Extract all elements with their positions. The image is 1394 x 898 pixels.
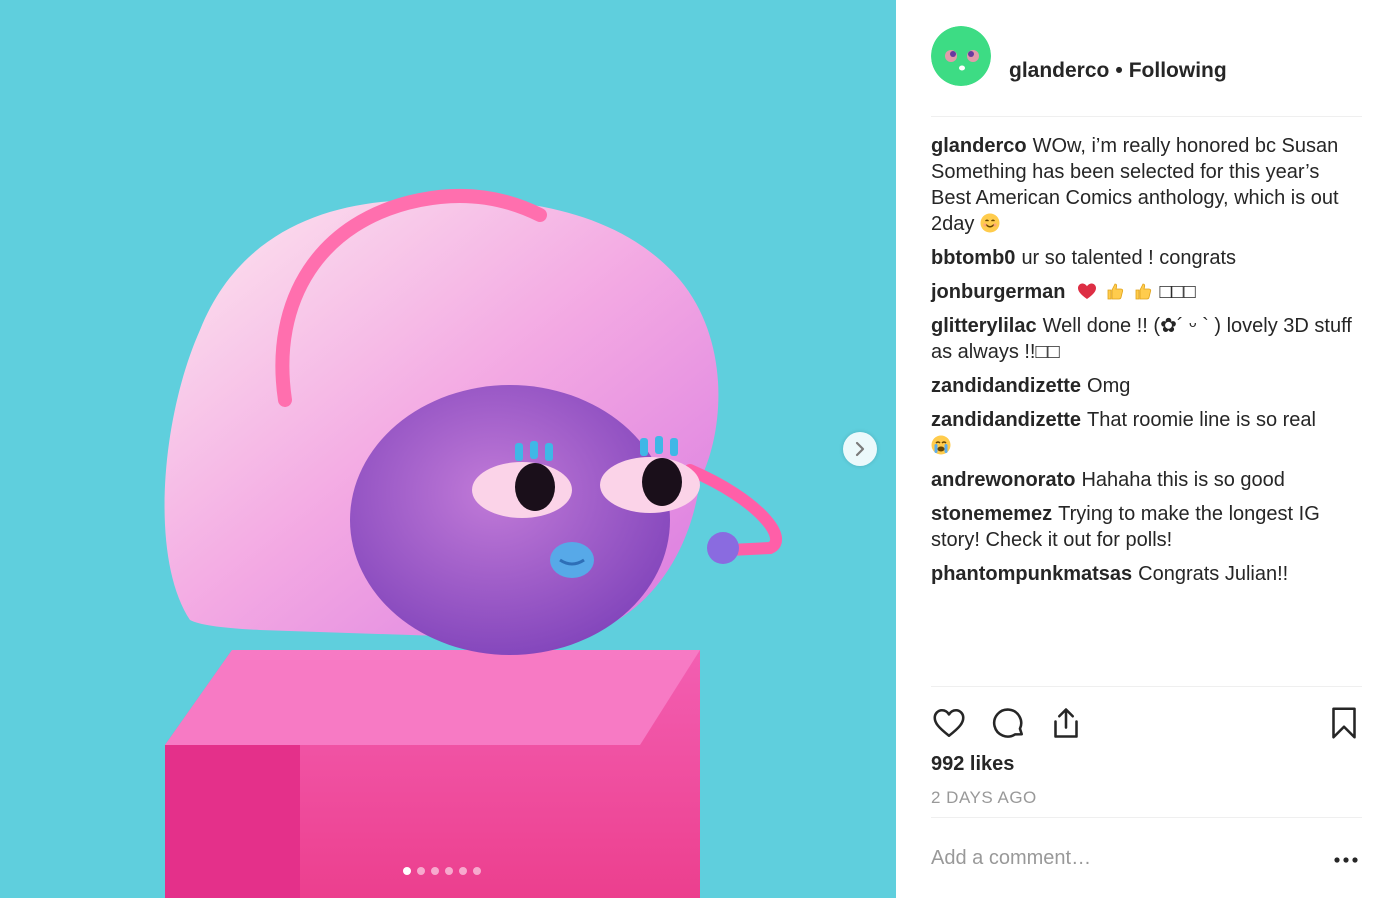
carousel-dot[interactable] [431, 867, 439, 875]
carousel-indicator [403, 867, 481, 875]
carousel-dot[interactable] [445, 867, 453, 875]
carousel-dot[interactable] [417, 867, 425, 875]
post-actions: 992 likes 2 DAYS AGO [931, 686, 1362, 817]
comment-text: ur so talented ! congrats [1021, 247, 1237, 269]
comment-icon [992, 708, 1024, 738]
comment-username[interactable]: zandidandizette [931, 375, 1081, 397]
post-timestamp[interactable]: 2 DAYS AGO [931, 788, 1037, 808]
follow-status-button[interactable]: Following [1129, 59, 1227, 82]
comment-item: zandidandizette That roomie line is so re… [931, 407, 1361, 459]
share-button[interactable] [1048, 705, 1084, 741]
comment-username[interactable]: andrewonorato [931, 469, 1075, 491]
like-button[interactable] [931, 705, 967, 741]
post-header: glanderco • Following [931, 26, 1362, 117]
bookmark-icon [1332, 707, 1356, 739]
likes-count[interactable]: 992 likes [931, 753, 1014, 776]
add-comment-section [931, 817, 1362, 898]
heart-thumbs-up-emoji [1077, 281, 1153, 303]
header-separator: • [1115, 59, 1123, 82]
comment-item: zandidandizette Omg [931, 373, 1361, 399]
heart-icon [933, 708, 965, 738]
comment-username[interactable]: stonememez [931, 503, 1052, 525]
comment-item: glanderco WOw, i’m really honored bc Susa… [931, 133, 1361, 237]
comment-item: stonememez Trying to make the longest IG … [931, 501, 1361, 553]
comment-text: That roomie line is so real [1087, 409, 1316, 431]
comment-item: andrewonorato Hahaha this is so good [931, 467, 1361, 493]
carousel-dot[interactable] [473, 867, 481, 875]
author-username-link[interactable]: glanderco [1009, 59, 1109, 82]
comment-input[interactable] [931, 844, 1311, 872]
comment-username[interactable]: glanderco [931, 135, 1027, 157]
chevron-right-icon [855, 441, 865, 457]
header-user: glanderco • Following [1009, 59, 1227, 83]
smiling-face-emoji [980, 213, 1000, 235]
carousel-dot[interactable] [459, 867, 467, 875]
comment-item: phantompunkmatsas Congrats Julian!! [931, 561, 1361, 587]
comment-text: Hahaha this is so good [1081, 469, 1285, 491]
post-image-character [164, 189, 782, 898]
share-icon [1054, 708, 1078, 738]
post-details-panel: glanderco • Following glanderco WOw, i’m re… [896, 0, 1394, 898]
more-options-icon[interactable] [1333, 856, 1359, 864]
comment-item: bbtomb0 ur so talented ! congrats [931, 245, 1361, 271]
comment-username[interactable]: bbtomb0 [931, 247, 1015, 269]
comment-text: Omg [1087, 375, 1131, 397]
crying-face-emoji [931, 435, 951, 457]
comment-item: jonburgerman □□□ [931, 279, 1361, 305]
carousel-dot[interactable] [403, 867, 411, 875]
comments-list: glanderco WOw, i’m really honored bc Susa… [931, 133, 1361, 595]
comment-button[interactable] [991, 705, 1027, 741]
comment-username[interactable]: jonburgerman [931, 281, 1065, 303]
next-slide-button[interactable] [843, 432, 877, 466]
comment-username[interactable]: zandidandizette [931, 409, 1081, 431]
post-media [0, 0, 896, 898]
comment-trailing-text: □□□ [1159, 281, 1196, 303]
comment-text: Congrats Julian!! [1138, 563, 1289, 585]
avatar-face-icon [931, 26, 991, 86]
comment-username[interactable]: phantompunkmatsas [931, 563, 1132, 585]
avatar[interactable] [931, 26, 991, 86]
save-button[interactable] [1326, 705, 1362, 741]
comment-item: glitterylilac Well done !! (✿´ ᵕ ` ) love… [931, 313, 1361, 365]
comment-username[interactable]: glitterylilac [931, 315, 1037, 337]
